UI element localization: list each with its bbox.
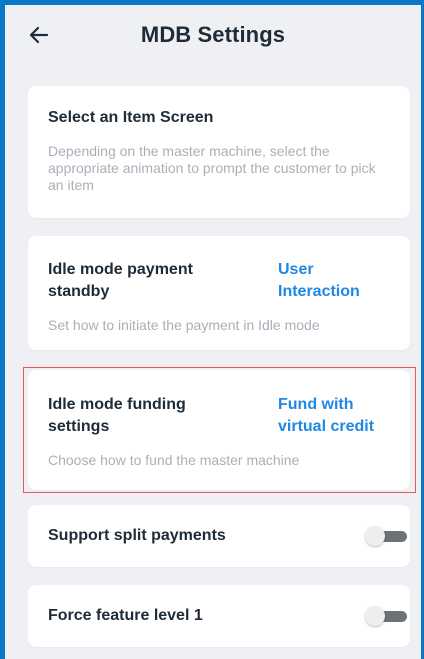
setting-title-line: Idle mode funding bbox=[48, 396, 186, 413]
settings-screen: MDB Settings Select an Item Screen Depen… bbox=[5, 5, 421, 659]
setting-split-payments: Support split payments bbox=[28, 505, 410, 567]
setting-title: Force feature level 1 bbox=[48, 607, 203, 624]
page-title: MDB Settings bbox=[140, 22, 286, 47]
split-payments-toggle[interactable] bbox=[365, 524, 409, 548]
setting-title-line: standby bbox=[48, 283, 110, 300]
toggle-thumb bbox=[365, 606, 385, 626]
app-header: MDB Settings bbox=[5, 5, 421, 67]
setting-select-item-screen[interactable]: Select an Item Screen Depending on the m… bbox=[28, 86, 410, 218]
setting-value-line: Fund with bbox=[278, 396, 354, 413]
setting-title: Select an Item Screen bbox=[48, 109, 214, 126]
setting-title: Idle mode payment standby bbox=[48, 259, 193, 303]
setting-value[interactable]: User Interaction bbox=[278, 259, 398, 303]
setting-description: Choose how to fund the master machine bbox=[48, 452, 300, 468]
setting-force-feature-level: Force feature level 1 bbox=[28, 585, 410, 647]
setting-idle-payment-standby[interactable]: Idle mode payment standby User Interacti… bbox=[28, 236, 410, 350]
setting-title: Idle mode funding settings bbox=[48, 394, 186, 438]
setting-idle-funding[interactable]: Idle mode funding settings Fund with vir… bbox=[28, 370, 410, 490]
setting-value[interactable]: Fund with virtual credit bbox=[278, 394, 398, 438]
setting-title-line: settings bbox=[48, 418, 110, 435]
setting-title: Support split payments bbox=[48, 527, 226, 544]
setting-description: Depending on the master machine, select … bbox=[48, 143, 376, 193]
setting-value-line: Interaction bbox=[278, 283, 360, 300]
setting-value-line: User bbox=[278, 261, 314, 278]
toggle-thumb bbox=[365, 526, 385, 546]
setting-title-line: Idle mode payment bbox=[48, 261, 193, 278]
setting-description: Set how to initiate the payment in Idle … bbox=[48, 317, 320, 333]
force-feature-level-toggle[interactable] bbox=[365, 604, 409, 628]
setting-value-line: virtual credit bbox=[278, 418, 375, 435]
